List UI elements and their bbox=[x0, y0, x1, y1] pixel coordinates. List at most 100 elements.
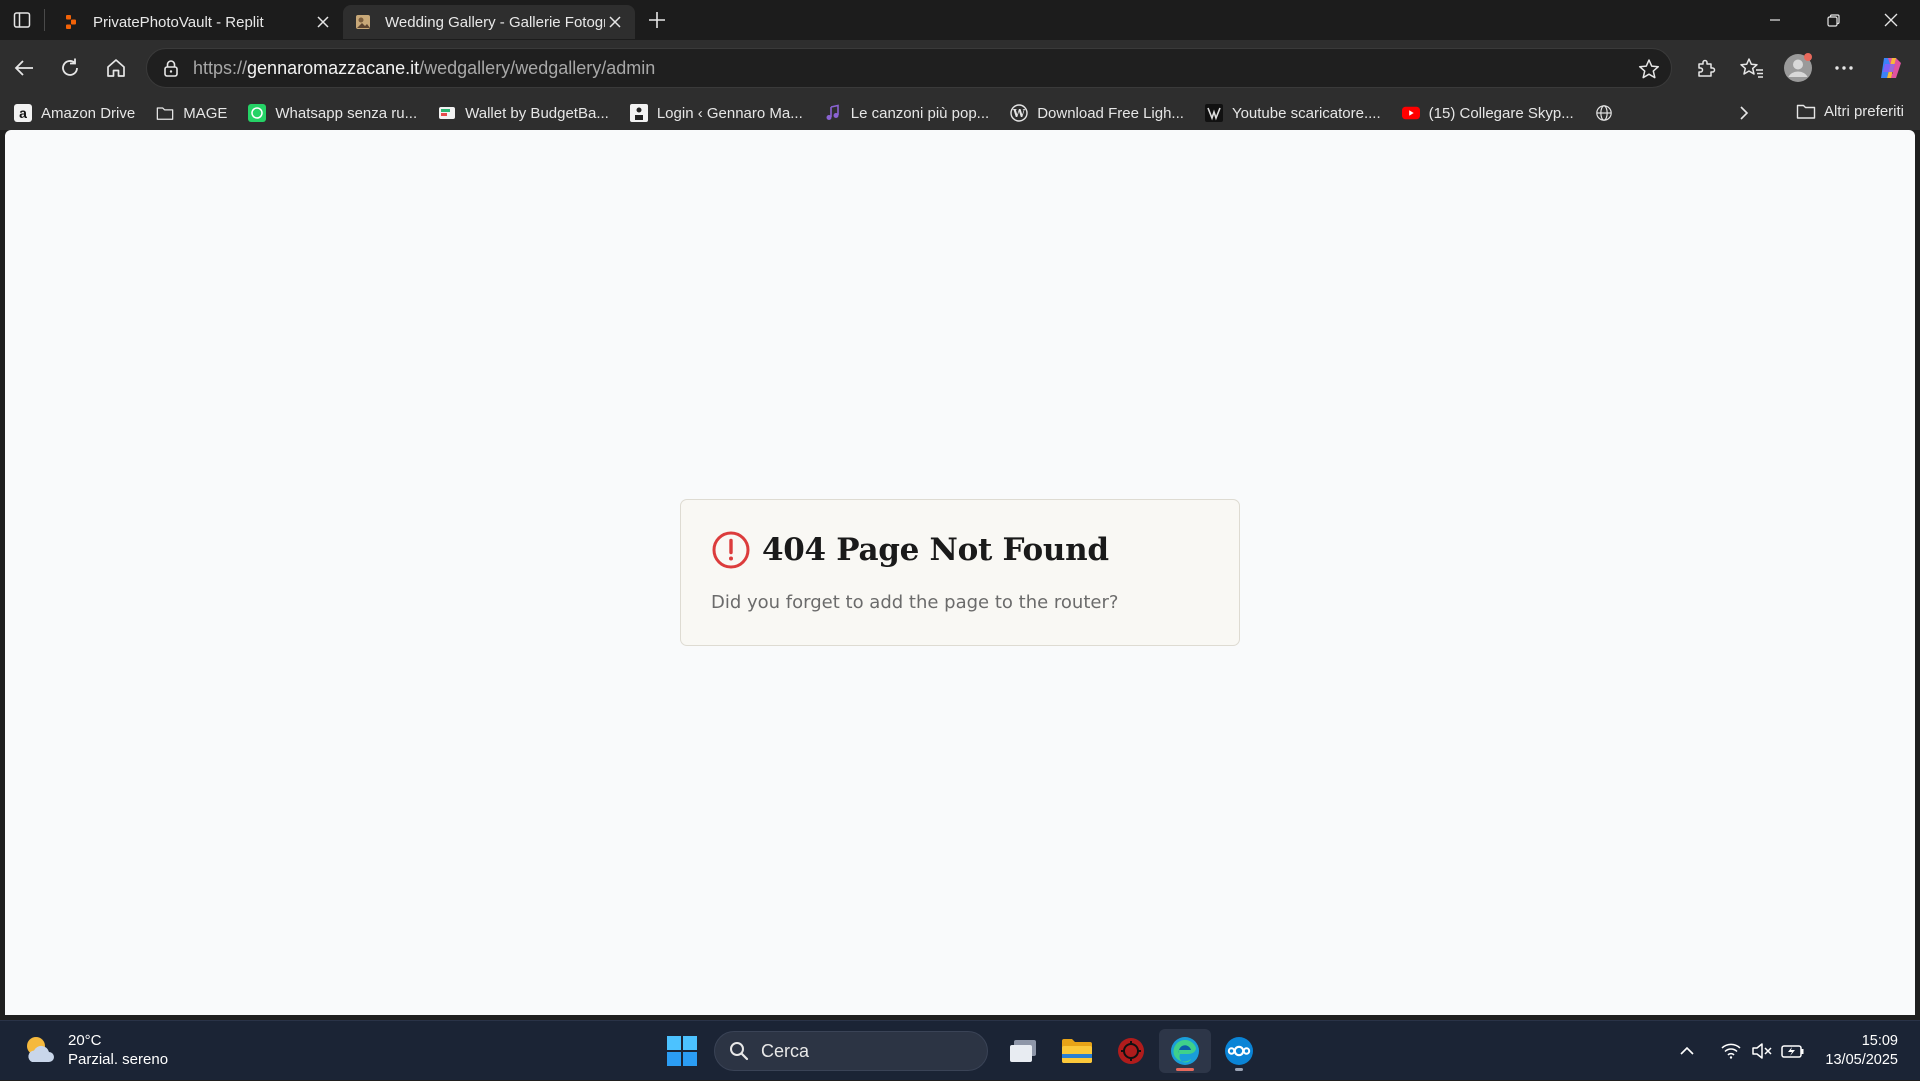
page-viewport: 404 Page Not Found Did you forget to add… bbox=[5, 130, 1915, 1015]
taskbar-search[interactable]: Cerca bbox=[714, 1031, 988, 1071]
alert-circle-icon bbox=[712, 531, 750, 569]
volume-button[interactable] bbox=[1748, 1037, 1776, 1065]
url-text: https://gennaromazzacane.it/wedgallery/w… bbox=[193, 58, 655, 79]
browser-toolbar: https://gennaromazzacane.it/wedgallery/w… bbox=[0, 40, 1920, 96]
login-icon bbox=[629, 104, 648, 122]
wallet-icon bbox=[438, 104, 456, 122]
bookmark-wallet[interactable]: Wallet by BudgetBa... bbox=[438, 104, 609, 122]
taskbar-app-red[interactable] bbox=[1105, 1029, 1157, 1073]
favorites-button[interactable] bbox=[1730, 48, 1774, 88]
plus-icon bbox=[649, 12, 665, 28]
home-button[interactable] bbox=[94, 48, 138, 88]
back-button[interactable] bbox=[2, 48, 46, 88]
red-app-icon bbox=[1118, 1038, 1144, 1064]
weather-condition: Parzial. sereno bbox=[68, 1051, 169, 1068]
partly-sunny-icon bbox=[27, 1037, 54, 1062]
chevron-up-icon bbox=[1680, 1046, 1694, 1055]
folder-explorer-icon bbox=[1062, 1039, 1092, 1063]
replit-icon bbox=[66, 15, 76, 29]
tab-wedding-gallery[interactable]: Wedding Gallery - Gallerie Fotografiche bbox=[343, 5, 635, 39]
bookmark-globe[interactable] bbox=[1595, 104, 1622, 122]
tab-title: Wedding Gallery - Gallerie Fotografiche bbox=[385, 13, 605, 31]
tab-actions-button[interactable] bbox=[0, 0, 44, 40]
taskbar-app-blue[interactable] bbox=[1213, 1029, 1265, 1073]
bookmark-youtube-scaricatore[interactable]: Youtube scaricatore.... bbox=[1204, 104, 1381, 122]
puzzle-icon bbox=[1698, 59, 1716, 77]
taskbar-file-explorer[interactable] bbox=[1051, 1029, 1103, 1073]
youtube-icon bbox=[1401, 104, 1420, 122]
bookmarks-bar: a Amazon Drive MAGE Whatsapp senza ru...… bbox=[0, 96, 1920, 130]
home-icon bbox=[107, 59, 125, 77]
taskbar-center: Cerca bbox=[660, 1029, 1266, 1073]
bookmark-login[interactable]: Login ‹ Gennaro Ma... bbox=[629, 104, 803, 122]
taskbar: 20°C Parzial. sereno Cerca 15:09 13/05/2… bbox=[0, 1020, 1920, 1080]
other-favorites-button[interactable]: Altri preferiti bbox=[1796, 102, 1904, 120]
amazon-icon: a bbox=[14, 104, 32, 122]
restore-button[interactable] bbox=[1804, 0, 1862, 40]
bookmark-whatsapp[interactable]: Whatsapp senza ru... bbox=[248, 104, 417, 122]
weather-text: 20°C Parzial. sereno bbox=[68, 1031, 168, 1069]
minimize-button[interactable] bbox=[1746, 0, 1804, 40]
bookmark-mage[interactable]: MAGE bbox=[156, 104, 227, 122]
error-title: 404 Page Not Found bbox=[762, 532, 1109, 568]
extensions-button[interactable] bbox=[1684, 48, 1728, 88]
error-card: 404 Page Not Found Did you forget to add… bbox=[680, 499, 1240, 646]
close-tab-button[interactable] bbox=[605, 12, 625, 32]
clock-date: 13/05/2025 bbox=[1825, 1052, 1898, 1068]
folder-icon bbox=[1796, 102, 1816, 120]
star-icon bbox=[1638, 59, 1660, 79]
taskbar-task-view[interactable] bbox=[997, 1029, 1049, 1073]
taskbar-edge[interactable] bbox=[1159, 1029, 1211, 1073]
url-host: gennaromazzacane.it bbox=[247, 57, 420, 78]
whatsapp-icon bbox=[248, 104, 267, 122]
close-window-button[interactable] bbox=[1862, 0, 1920, 40]
more-bookmarks-button[interactable] bbox=[1732, 101, 1756, 125]
copilot-icon bbox=[1881, 58, 1901, 78]
bookmark-amazon-drive[interactable]: a Amazon Drive bbox=[14, 104, 135, 122]
gallery-icon bbox=[356, 15, 370, 29]
downloader-icon bbox=[1204, 104, 1223, 122]
bookmark-canzoni[interactable]: Le canzoni più pop... bbox=[824, 104, 989, 122]
clock[interactable]: 15:09 13/05/2025 bbox=[1825, 1032, 1898, 1070]
battery-button[interactable] bbox=[1779, 1037, 1807, 1065]
favorites-icon bbox=[1740, 58, 1763, 78]
address-bar[interactable]: https://gennaromazzacane.it/wedgallery/w… bbox=[146, 48, 1672, 88]
close-tab-button[interactable] bbox=[313, 12, 333, 32]
wifi-button[interactable] bbox=[1717, 1037, 1745, 1065]
site-info-button[interactable] bbox=[161, 58, 181, 78]
settings-more-button[interactable] bbox=[1822, 48, 1866, 88]
arrow-left-icon bbox=[14, 60, 33, 76]
show-hidden-icons-button[interactable] bbox=[1673, 1037, 1701, 1065]
start-button[interactable] bbox=[660, 1029, 704, 1073]
wordpress-icon: W bbox=[1010, 104, 1028, 122]
new-tab-button[interactable] bbox=[639, 2, 675, 38]
weather-widget[interactable]: 20°C Parzial. sereno bbox=[22, 1031, 168, 1069]
tab-title: PrivatePhotoVault - Replit bbox=[93, 13, 264, 31]
svg-text:a: a bbox=[19, 105, 27, 121]
profile-button[interactable] bbox=[1776, 48, 1820, 88]
folder-icon bbox=[156, 104, 174, 122]
bookmark-download-free[interactable]: W Download Free Ligh... bbox=[1010, 104, 1184, 122]
weather-temperature: 20°C bbox=[68, 1032, 102, 1049]
bookmark-collegare-skype[interactable]: (15) Collegare Skyp... bbox=[1401, 104, 1574, 122]
music-icon bbox=[824, 104, 842, 122]
chevron-right-icon bbox=[1740, 106, 1749, 120]
favorite-button[interactable] bbox=[1637, 57, 1661, 81]
avatar-icon bbox=[1784, 53, 1812, 82]
error-header: 404 Page Not Found bbox=[711, 530, 1209, 570]
close-icon bbox=[609, 16, 621, 28]
wifi-icon bbox=[1721, 1043, 1741, 1059]
other-favorites-label: Altri preferiti bbox=[1823, 102, 1904, 120]
search-icon bbox=[729, 1040, 751, 1062]
toolbar-right bbox=[1682, 48, 1912, 88]
bookmark-label: Le canzoni più pop... bbox=[850, 104, 990, 122]
copilot-button[interactable] bbox=[1868, 48, 1912, 88]
tab-replit[interactable]: PrivatePhotoVault - Replit bbox=[51, 5, 343, 39]
bookmark-label: MAGE bbox=[183, 104, 228, 122]
url-scheme: https:// bbox=[193, 57, 248, 78]
globe-icon bbox=[1595, 104, 1613, 122]
bookmark-label: Youtube scaricatore.... bbox=[1231, 104, 1381, 122]
refresh-icon bbox=[62, 58, 78, 76]
refresh-button[interactable] bbox=[48, 48, 92, 88]
lock-icon bbox=[164, 60, 178, 77]
